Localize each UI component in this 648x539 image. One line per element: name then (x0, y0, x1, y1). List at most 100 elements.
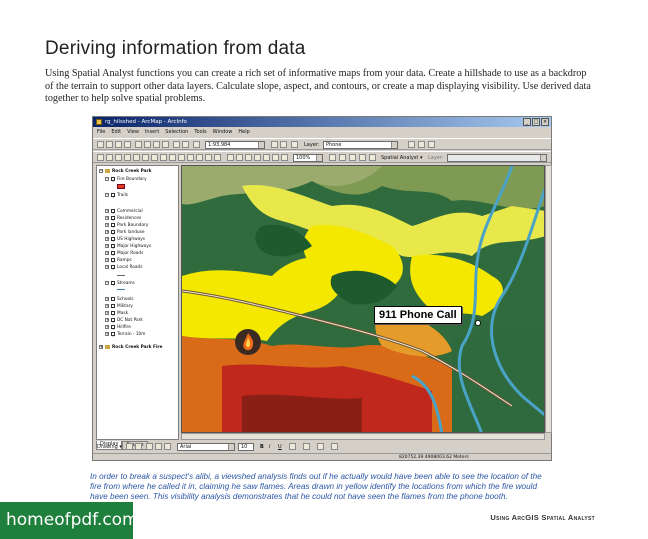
menu-window[interactable]: Window (213, 128, 233, 137)
select-features-icon[interactable] (169, 154, 176, 161)
editor-icon[interactable] (271, 141, 278, 148)
toc-layer-fire-boundary[interactable]: − ✓Fire Boundary (105, 176, 147, 184)
layout-zoom-out-icon[interactable] (245, 154, 252, 161)
layer-combo[interactable]: Phone (323, 141, 398, 149)
underline-button[interactable]: U (278, 443, 282, 451)
layer-checkbox[interactable] (111, 296, 115, 301)
redo-icon[interactable] (182, 141, 189, 148)
layout-100-icon[interactable] (263, 154, 270, 161)
expand-icon[interactable]: + (99, 344, 103, 349)
chevron-down-icon[interactable] (391, 142, 397, 148)
layer-checkbox[interactable]: ✓ (111, 215, 116, 223)
expand-icon[interactable]: + (105, 243, 109, 248)
layout-back-icon[interactable] (272, 154, 279, 161)
chevron-down-icon[interactable] (316, 155, 322, 161)
map-view[interactable]: 911 Phone Call (181, 165, 545, 433)
menu-insert[interactable]: Insert (145, 128, 159, 137)
measure-icon[interactable] (205, 154, 212, 161)
help-icon[interactable] (291, 141, 298, 148)
menu-selection[interactable]: Selection (165, 128, 188, 137)
effects-icon[interactable] (408, 141, 415, 148)
hyperlink-icon[interactable] (214, 154, 221, 161)
layer-checkbox[interactable]: ✓ (111, 236, 116, 244)
toc-layer-park-boundary[interactable]: + ✓Park Boundary (105, 222, 148, 230)
layer-checkbox[interactable]: ✓ (111, 324, 116, 332)
expand-icon[interactable]: + (105, 296, 109, 301)
pan-icon[interactable] (133, 154, 140, 161)
toc-layer-streams[interactable]: − ✓Streams (105, 280, 135, 288)
expand-icon[interactable]: + (105, 208, 109, 213)
expand-icon[interactable]: + (105, 222, 109, 227)
select-elements-icon[interactable] (178, 154, 185, 161)
toc-layer-major-roads[interactable]: + ✓Major Roads (105, 250, 143, 258)
toc-layer-schools[interactable]: + Schools (105, 296, 134, 303)
expand-icon[interactable]: + (105, 331, 109, 336)
layer-checkbox[interactable]: ✓ (111, 331, 116, 339)
chevron-down-icon[interactable] (228, 444, 234, 450)
marker-color-icon[interactable] (331, 443, 338, 450)
spatial-analyst-menu[interactable]: Spatial Analyst ▾ (381, 154, 422, 162)
layer-checkbox[interactable]: ✓ (111, 257, 116, 265)
layout-zoom-icon[interactable] (227, 154, 234, 161)
expand-icon[interactable]: + (105, 303, 109, 308)
toc-layer-dc-nat-park[interactable]: + ✓DC Nat Park (105, 317, 143, 325)
expand-icon[interactable]: + (105, 317, 109, 322)
expand-icon[interactable]: + (105, 236, 109, 241)
fill-color-icon[interactable] (303, 443, 310, 450)
swipe-icon[interactable] (418, 141, 425, 148)
map-scale-combo[interactable]: 1:93,984 (205, 141, 265, 149)
layer-checkbox[interactable]: ✓ (111, 176, 116, 184)
expand-icon[interactable]: + (105, 310, 109, 315)
layout-zoom-whole-icon[interactable] (359, 154, 366, 161)
font-size-combo[interactable]: 10 (238, 443, 254, 451)
layer-checkbox[interactable]: ✓ (111, 192, 116, 200)
save-icon[interactable] (115, 141, 122, 148)
expand-icon[interactable]: + (105, 229, 109, 234)
zoom-out-icon[interactable] (106, 154, 113, 161)
maximize-button[interactable]: □ (532, 118, 540, 126)
toc-layer-residences[interactable]: + ✓Residences (105, 215, 141, 223)
layer-checkbox[interactable]: ✓ (111, 250, 116, 258)
paste-icon[interactable] (153, 141, 160, 148)
open-icon[interactable] (106, 141, 113, 148)
layer-checkbox[interactable]: ✓ (111, 208, 116, 216)
select-pointer-icon[interactable] (126, 443, 133, 450)
toc-layer-military[interactable]: + Military (105, 303, 133, 310)
toggle-draft-icon[interactable] (329, 154, 336, 161)
horizontal-scrollbar[interactable] (181, 433, 545, 440)
collapse-icon[interactable]: − (105, 176, 109, 181)
zoom-in-icon[interactable] (97, 154, 104, 161)
line-color-icon[interactable] (317, 443, 324, 450)
identify-icon[interactable] (187, 154, 194, 161)
layout-full-icon[interactable] (254, 154, 261, 161)
menu-file[interactable]: File (97, 128, 105, 137)
fixed-zoom-out-icon[interactable] (124, 154, 131, 161)
menu-help[interactable]: Help (238, 128, 249, 137)
toc-layer-hillfire[interactable]: + ✓Hillfire (105, 324, 131, 332)
layer-checkbox[interactable]: ✓ (111, 229, 116, 237)
collapse-icon[interactable]: − (105, 192, 109, 197)
chevron-down-icon[interactable] (540, 155, 546, 161)
cut-icon[interactable] (135, 141, 142, 148)
expand-icon[interactable]: + (105, 257, 109, 262)
font-combo[interactable]: Arial (177, 443, 235, 451)
toc-layer-local-roads[interactable]: + ✓Local Roads (105, 264, 143, 272)
vertical-scrollbar[interactable] (545, 165, 552, 433)
expand-icon[interactable]: + (105, 215, 109, 220)
layer-checkbox[interactable] (111, 303, 115, 308)
toc-layer-trails[interactable]: − ✓Trails (105, 192, 128, 200)
expand-icon[interactable]: + (105, 264, 109, 269)
new-document-icon[interactable] (97, 141, 104, 148)
spatial-analyst-layer-combo[interactable] (447, 154, 547, 162)
change-layout-icon[interactable] (349, 154, 356, 161)
add-data-icon[interactable] (193, 141, 200, 148)
toc-layer-terrain[interactable]: + ✓Terrain - 10m (105, 331, 145, 339)
layer-checkbox[interactable]: ✓ (111, 310, 116, 318)
collapse-icon[interactable]: − (99, 168, 103, 173)
find-icon[interactable] (196, 154, 203, 161)
toc-layer-mask[interactable]: + ✓Mask (105, 310, 128, 318)
focus-data-frame-icon[interactable] (339, 154, 346, 161)
layer-checkbox[interactable]: ✓ (111, 222, 116, 230)
layout-pan-icon[interactable] (236, 154, 243, 161)
toc-layer-commercial[interactable]: + ✓Commercial (105, 208, 143, 216)
